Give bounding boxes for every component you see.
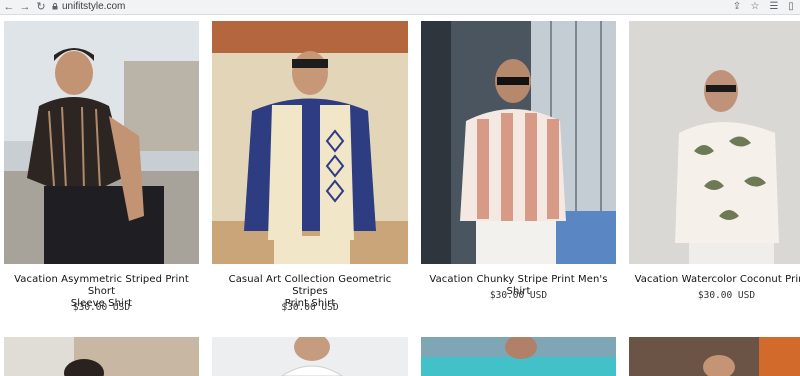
back-arrow-icon[interactable]: ← bbox=[2, 0, 16, 14]
reload-icon[interactable]: ↻ bbox=[34, 0, 48, 14]
product-price: $30.00 USD bbox=[281, 302, 339, 313]
share-icon[interactable]: ⇪ bbox=[730, 0, 744, 14]
product-image[interactable] bbox=[4, 21, 199, 264]
product-title[interactable]: Vacation Watercolor Coconut Print S bbox=[629, 274, 800, 286]
sidebar-icon[interactable]: ▯ bbox=[784, 0, 798, 14]
forward-arrow-icon[interactable]: → bbox=[18, 0, 32, 14]
product-title-line: Casual Art Collection Geometric Stripes bbox=[228, 274, 392, 297]
reading-list-icon[interactable]: ☰ bbox=[767, 0, 781, 14]
lock-icon[interactable] bbox=[52, 3, 58, 10]
product-image[interactable] bbox=[421, 21, 616, 264]
product-price: $30.00 USD bbox=[72, 302, 131, 313]
product-image[interactable] bbox=[421, 337, 616, 376]
product-title-line: Vacation Asymmetric Striped Print Short bbox=[14, 274, 189, 297]
product-title-line: Vacation Watercolor Coconut Print S bbox=[634, 274, 800, 285]
product-image[interactable] bbox=[629, 21, 800, 264]
product-image[interactable] bbox=[629, 337, 800, 376]
product-price: $30.00 USD bbox=[697, 290, 756, 301]
star-icon[interactable]: ☆ bbox=[748, 0, 762, 14]
address-bar-url[interactable]: unifitstyle.com bbox=[62, 0, 125, 14]
browser-toolbar: ← → ↻ unifitstyle.com ⇪ ☆ ☰ ▯ bbox=[0, 0, 800, 15]
product-image[interactable] bbox=[212, 337, 408, 376]
product-price: $30.00 USD bbox=[489, 290, 548, 301]
product-image[interactable] bbox=[212, 21, 408, 264]
product-image[interactable] bbox=[4, 337, 199, 376]
